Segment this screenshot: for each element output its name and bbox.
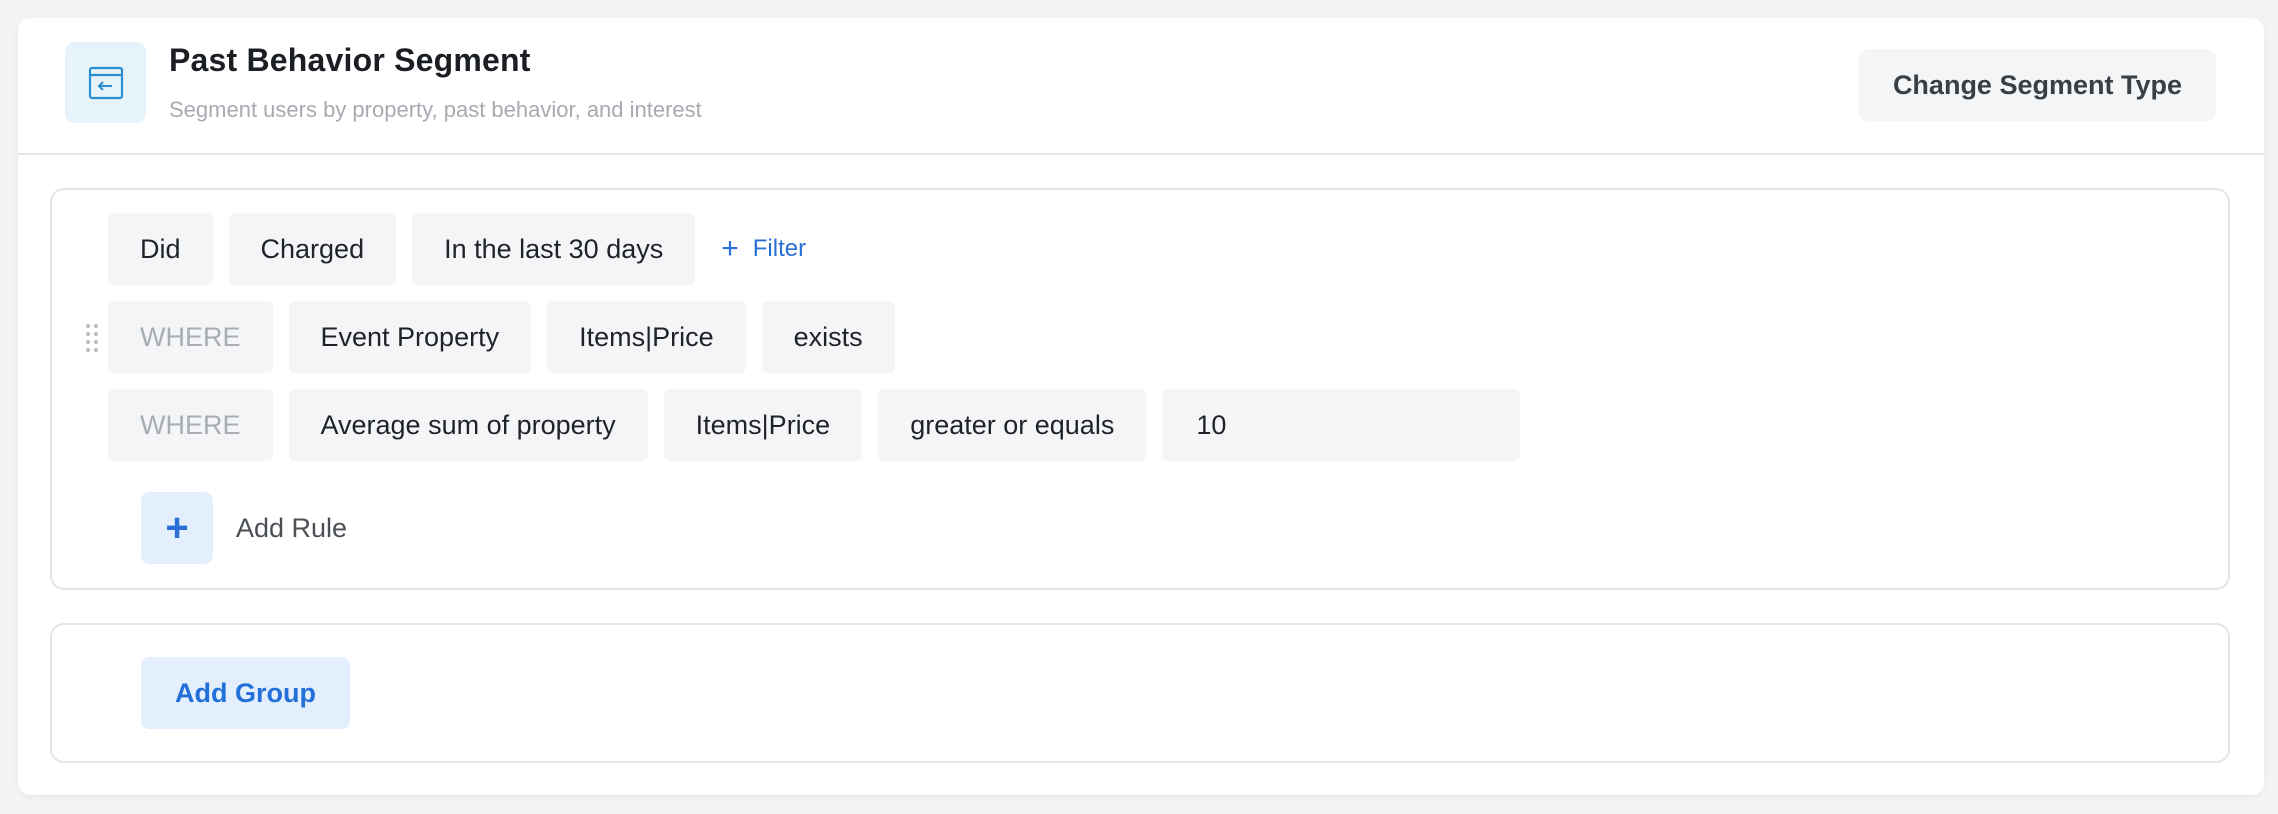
- segment-card: Past Behavior Segment Segment users by p…: [18, 18, 2264, 795]
- where-row-1: WHERE Event Property Items|Price exists: [108, 301, 911, 373]
- page-title: Past Behavior Segment: [169, 42, 531, 78]
- drag-handle-icon[interactable]: [84, 323, 100, 353]
- rule-group: Did Charged In the last 30 days + Filter…: [50, 188, 2230, 590]
- where-label: WHERE: [108, 389, 273, 461]
- segment-header: Past Behavior Segment Segment users by p…: [18, 18, 2264, 155]
- add-group-button[interactable]: Add Group: [141, 657, 350, 729]
- header-text: Past Behavior Segment Segment users by p…: [169, 42, 702, 123]
- segment-back-icon: [65, 42, 146, 123]
- operator-selector[interactable]: exists: [761, 301, 895, 373]
- event-selector[interactable]: Charged: [228, 213, 397, 285]
- add-rule-button[interactable]: +: [141, 492, 213, 564]
- where-label: WHERE: [108, 301, 273, 373]
- add-group-section: Add Group: [50, 623, 2230, 763]
- page-subtitle: Segment users by property, past behavior…: [169, 97, 702, 122]
- condition-type-selector[interactable]: Event Property: [288, 301, 532, 373]
- property-selector[interactable]: Items|Price: [547, 301, 746, 373]
- add-filter-button[interactable]: + Filter: [721, 234, 806, 264]
- value-input[interactable]: 10: [1162, 389, 1521, 461]
- plus-icon: +: [165, 506, 189, 550]
- event-row: Did Charged In the last 30 days + Filter: [108, 213, 806, 285]
- condition-type-selector[interactable]: Average sum of property: [288, 389, 648, 461]
- property-selector[interactable]: Items|Price: [663, 389, 863, 461]
- filter-label: Filter: [752, 235, 807, 262]
- add-rule-label[interactable]: Add Rule: [236, 513, 347, 544]
- where-row-2: WHERE Average sum of property Items|Pric…: [108, 389, 1521, 461]
- plus-icon: +: [721, 232, 739, 265]
- change-segment-type-button[interactable]: Change Segment Type: [1858, 49, 2216, 121]
- operator-selector[interactable]: greater or equals: [878, 389, 1147, 461]
- time-range-selector[interactable]: In the last 30 days: [412, 213, 696, 285]
- did-selector[interactable]: Did: [108, 213, 213, 285]
- add-rule[interactable]: + Add Rule: [141, 492, 347, 564]
